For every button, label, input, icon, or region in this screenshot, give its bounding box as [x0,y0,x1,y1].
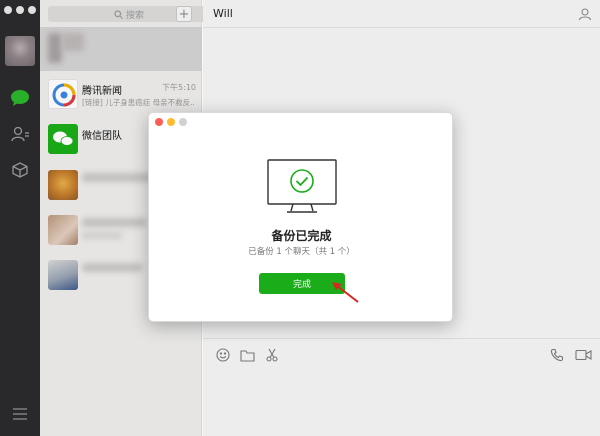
monitor-check-icon [267,159,337,219]
dialog-window-controls [155,118,187,126]
dialog-close-dot[interactable] [155,118,163,126]
dialog-subtitle: 已备份 1 个聊天（共 1 个） [248,247,355,257]
backup-complete-dialog: 备份已完成 已备份 1 个聊天（共 1 个） 完成 [148,112,453,322]
annotation-arrow-icon [332,282,359,303]
dialog-zoom-dot[interactable] [179,118,187,126]
dialog-title: 备份已完成 [271,229,332,243]
dialog-minimize-dot[interactable] [167,118,175,126]
